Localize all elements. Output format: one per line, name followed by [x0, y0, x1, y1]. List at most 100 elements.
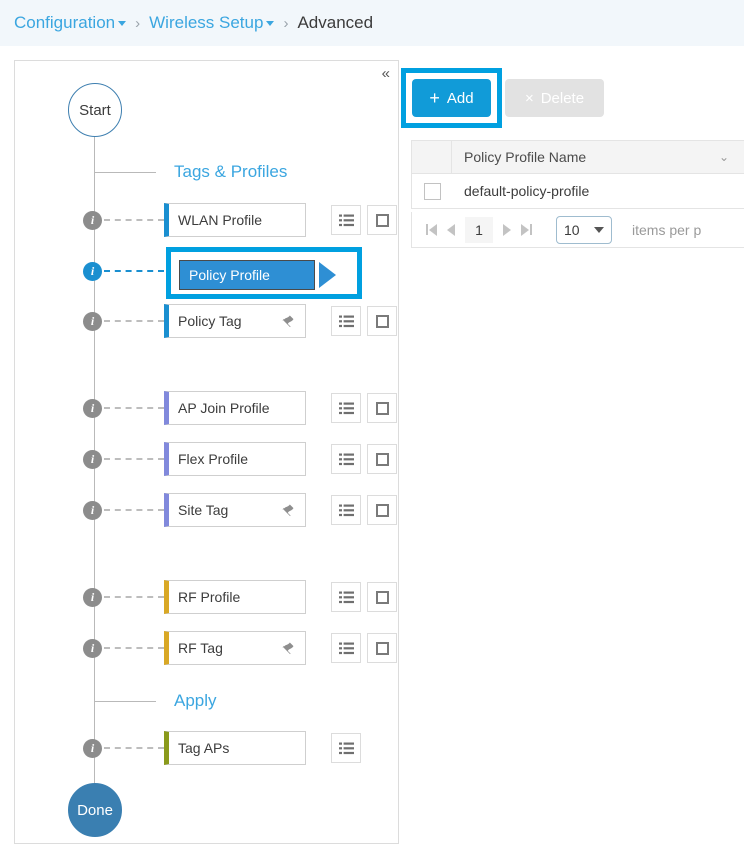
list-view-button-rf-profile[interactable]	[331, 582, 361, 612]
chip-label: RF Tag	[178, 640, 223, 656]
square-icon	[375, 503, 389, 517]
workflow-row-ap-join-profile: i AP Join Profile	[15, 391, 400, 425]
connector-line	[104, 596, 164, 598]
add-button[interactable]: + Add	[412, 79, 491, 117]
breadcrumb-item-configuration[interactable]: Configuration	[14, 13, 127, 33]
next-page-button[interactable]	[503, 223, 511, 236]
info-icon[interactable]: i	[83, 738, 102, 758]
list-view-button-policy-tag[interactable]	[331, 306, 361, 336]
workflow-start-node[interactable]: Start	[68, 83, 122, 137]
square-icon	[375, 213, 389, 227]
workflow-chip-ap-join-profile[interactable]: AP Join Profile	[164, 391, 306, 425]
workflow-chip-tag-aps[interactable]: Tag APs	[164, 731, 306, 765]
select-button-policy-tag[interactable]	[367, 306, 397, 336]
list-view-button-rf-tag[interactable]	[331, 633, 361, 663]
list-icon	[338, 504, 354, 516]
chip-label: Tag APs	[178, 740, 230, 756]
workflow-start-label: Start	[79, 101, 111, 119]
select-button-site-tag[interactable]	[367, 495, 397, 525]
workflow-chip-site-tag[interactable]: Site Tag ⚑	[164, 493, 306, 527]
connector-line	[104, 320, 164, 322]
delete-button: × Delete	[505, 79, 604, 117]
info-icon[interactable]: i	[83, 210, 102, 230]
last-page-button[interactable]	[521, 223, 532, 236]
workflow-row-rf-profile: i RF Profile	[15, 580, 400, 614]
connector-line	[104, 458, 164, 460]
previous-page-button[interactable]	[447, 223, 455, 236]
select-button-rf-tag[interactable]	[367, 633, 397, 663]
info-icon[interactable]: i	[83, 638, 102, 658]
list-icon	[338, 214, 354, 226]
info-icon[interactable]: i	[83, 261, 102, 281]
info-icon[interactable]: i	[83, 398, 102, 418]
list-view-button-ap-join-profile[interactable]	[331, 393, 361, 423]
workflow-chip-policy-profile[interactable]: Policy Profile	[179, 260, 315, 290]
breadcrumb-item-wireless-setup[interactable]: Wireless Setup	[149, 13, 275, 33]
workflow-chip-policy-profile-highlight: Policy Profile	[166, 247, 362, 299]
connector-line	[104, 407, 164, 409]
list-view-button-flex-profile[interactable]	[331, 444, 361, 474]
table-header-policy-profile-name[interactable]: Policy Profile Name ⌄	[452, 141, 744, 173]
first-page-icon	[429, 223, 437, 236]
collapse-panel-icon[interactable]: «	[382, 66, 390, 81]
row-checkbox[interactable]	[423, 182, 441, 200]
workflow-row-tag-aps: i Tag APs	[15, 731, 400, 765]
info-icon[interactable]: i	[83, 449, 102, 469]
table-row[interactable]: default-policy-profile	[412, 174, 744, 208]
first-page-button[interactable]	[426, 223, 437, 236]
chip-label: Policy Tag	[178, 313, 242, 329]
previous-page-icon	[447, 223, 455, 236]
workflow-chip-rf-tag[interactable]: RF Tag ⚑	[164, 631, 306, 665]
connector-line	[104, 219, 164, 221]
table-header-row: Policy Profile Name ⌄	[412, 141, 744, 174]
list-icon	[338, 742, 354, 754]
last-page-icon	[521, 223, 529, 236]
select-button-wlan-profile[interactable]	[367, 205, 397, 235]
chip-label: WLAN Profile	[178, 212, 263, 228]
next-page-icon	[503, 223, 511, 236]
chip-label: Flex Profile	[178, 451, 249, 467]
workflow-chip-rf-profile[interactable]: RF Profile	[164, 580, 306, 614]
pagination: 1 10 items per p	[411, 212, 744, 248]
list-view-button-tag-aps[interactable]	[331, 733, 361, 763]
list-icon	[338, 453, 354, 465]
workflow-done-node[interactable]: Done	[68, 783, 122, 837]
add-button-label: Add	[446, 89, 474, 107]
chevron-down-icon: ⌄	[718, 150, 729, 164]
chip-label: RF Profile	[178, 589, 241, 605]
info-icon[interactable]: i	[83, 587, 102, 607]
chip-label: AP Join Profile	[178, 400, 270, 416]
select-button-rf-profile[interactable]	[367, 582, 397, 612]
table-header-select-all-cell[interactable]	[412, 141, 452, 173]
connector-line	[104, 509, 164, 511]
list-view-button-site-tag[interactable]	[331, 495, 361, 525]
close-icon: ×	[524, 89, 534, 107]
list-icon	[338, 315, 354, 327]
chip-label: Policy Profile	[189, 267, 270, 283]
square-icon	[375, 401, 389, 415]
breadcrumb-label-wireless-setup: Wireless Setup	[149, 13, 264, 32]
select-button-ap-join-profile[interactable]	[367, 393, 397, 423]
square-icon	[375, 590, 389, 604]
page-size-select[interactable]: 10	[556, 215, 612, 244]
workflow-row-policy-tag: i Policy Tag ⚑	[15, 304, 400, 338]
info-icon[interactable]: i	[83, 311, 102, 331]
table-row-checkbox-cell[interactable]	[412, 182, 452, 200]
square-icon	[375, 314, 389, 328]
table-cell-policy-profile-name: default-policy-profile	[464, 183, 590, 199]
page-size-value: 10	[564, 221, 580, 238]
workflow-row-wlan-profile: i WLAN Profile	[15, 203, 400, 237]
workflow-done-label: Done	[77, 801, 113, 819]
current-page-number[interactable]: 1	[465, 216, 493, 243]
workflow-chip-policy-tag[interactable]: Policy Tag ⚑	[164, 304, 306, 338]
select-button-flex-profile[interactable]	[367, 444, 397, 474]
section-label-tags-profiles: Tags & Profiles	[174, 162, 288, 181]
info-icon[interactable]: i	[83, 500, 102, 520]
workflow-chip-flex-profile[interactable]: Flex Profile	[164, 442, 306, 476]
list-view-button-wlan-profile[interactable]	[331, 205, 361, 235]
list-icon	[338, 642, 354, 654]
connector-line	[104, 270, 164, 272]
workflow-chip-wlan-profile[interactable]: WLAN Profile	[164, 203, 306, 237]
breadcrumb-label-configuration: Configuration	[14, 13, 116, 32]
delete-button-label: Delete	[540, 89, 585, 107]
